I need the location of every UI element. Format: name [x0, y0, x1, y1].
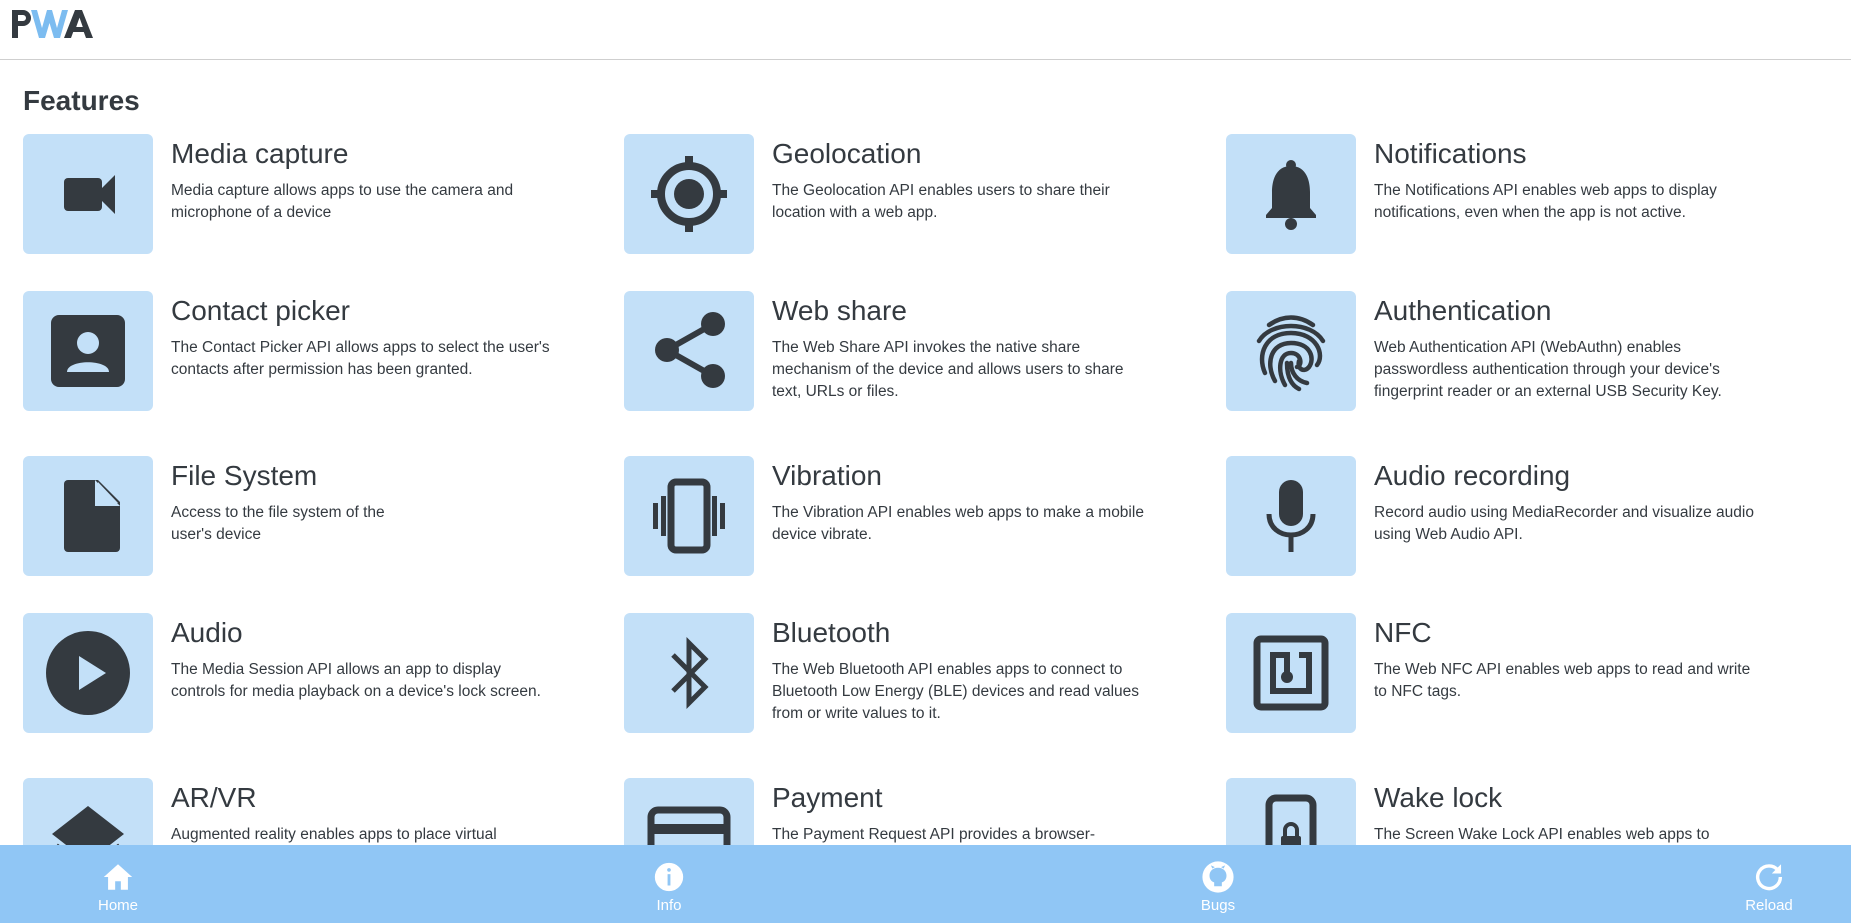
- feature-tile: [1226, 778, 1356, 845]
- nav-label: Bugs: [1200, 897, 1236, 914]
- fingerprint-icon: [1256, 315, 1326, 392]
- credit-card-icon: [647, 806, 731, 845]
- feature-description: Media capture allows apps to use the cam…: [171, 182, 514, 221]
- nav-label: Info: [656, 897, 682, 914]
- top-bar: [0, 0, 1851, 60]
- nfc-icon: [1253, 635, 1329, 711]
- github-icon: [1202, 861, 1234, 893]
- feature-description: Augmented reality enables apps to place …: [171, 826, 497, 843]
- bottom-navigation: Home Info Bugs Reload: [0, 845, 1851, 923]
- feature-description: The Vibration API enables web apps to ma…: [772, 504, 1144, 543]
- feature-description: The Web Share API invokes the native sha…: [772, 339, 1124, 400]
- share-icon: [655, 312, 725, 388]
- feature-description: Record audio using MediaRecorder and vis…: [1374, 504, 1754, 543]
- section-title: Features: [23, 85, 140, 116]
- microphone-icon: [1266, 480, 1316, 552]
- nav-home-button[interactable]: Home: [63, 845, 173, 923]
- feature-title: Vibration: [772, 460, 883, 491]
- feature-description: Access to the file system of the user's …: [171, 504, 385, 543]
- feature-title: Bluetooth: [772, 617, 891, 648]
- feature-tile: [1226, 134, 1356, 254]
- feature-description: The Web NFC API enables web apps to read…: [1374, 661, 1751, 700]
- nav-reload-button[interactable]: Reload: [1714, 845, 1824, 923]
- feature-tile: [624, 456, 754, 576]
- play-circle-icon: [46, 631, 130, 715]
- info-icon: [654, 862, 684, 892]
- feature-title: AR/VR: [171, 782, 257, 813]
- feature-title: NFC: [1374, 617, 1432, 648]
- feature-tile: [624, 613, 754, 733]
- home-icon: [103, 864, 133, 890]
- feature-title: Web share: [772, 295, 907, 326]
- feature-description: The Media Session API allows an app to d…: [171, 661, 541, 700]
- feature-tile: [624, 291, 754, 411]
- nav-bugs-button[interactable]: Bugs: [1163, 845, 1273, 923]
- feature-tile: [23, 613, 153, 733]
- feature-tile: [1226, 613, 1356, 733]
- feature-title: Authentication: [1374, 295, 1552, 326]
- feature-tile: [23, 291, 153, 411]
- reload-icon: [1755, 864, 1783, 891]
- feature-tile: [1226, 456, 1356, 576]
- feature-title: Payment: [772, 782, 883, 813]
- feature-title: Geolocation: [772, 138, 922, 169]
- phone-lock-icon: [1265, 794, 1317, 845]
- bluetooth-icon: [671, 636, 709, 710]
- feature-tile: [624, 778, 754, 845]
- feature-title: Audio recording: [1374, 460, 1571, 491]
- feature-title: Wake lock: [1374, 782, 1503, 813]
- feature-title: Media capture: [171, 138, 349, 169]
- video-camera-icon: [64, 175, 115, 214]
- feature-title: File System: [171, 460, 318, 491]
- feature-description: The Web Bluetooth API enables apps to co…: [772, 661, 1140, 722]
- feature-title: Notifications: [1374, 138, 1527, 169]
- feature-description: The Payment Request API provides a brows…: [772, 826, 1096, 843]
- feature-description: The Notifications API enables web apps t…: [1374, 182, 1717, 221]
- feature-description: The Geolocation API enables users to sha…: [772, 182, 1110, 221]
- vibration-icon: [653, 478, 725, 554]
- feature-title: Audio: [171, 617, 243, 648]
- layers-icon: [52, 806, 124, 845]
- feature-title: Contact picker: [171, 295, 350, 326]
- feature-tile: [1226, 291, 1356, 411]
- nav-label: Reload: [1745, 897, 1793, 914]
- feature-tile: [23, 134, 153, 254]
- pwa-logo[interactable]: [9, 6, 101, 42]
- feature-description: The Contact Picker API allows apps to se…: [171, 339, 550, 378]
- nav-label: Home: [97, 897, 138, 914]
- feature-description: Web Authentication API (WebAuthn) enable…: [1374, 339, 1722, 400]
- contact-icon: [51, 315, 125, 387]
- main-content: Features Media capture Media capture all…: [0, 60, 1851, 845]
- bell-icon: [1266, 160, 1316, 230]
- nav-info-button[interactable]: Info: [614, 845, 724, 923]
- feature-tile: [23, 778, 153, 845]
- feature-description: The Screen Wake Lock API enables web app…: [1374, 826, 1710, 843]
- feature-tile: [23, 456, 153, 576]
- feature-tile: [624, 134, 754, 254]
- crosshair-icon: [651, 156, 727, 232]
- file-icon: [64, 480, 120, 552]
